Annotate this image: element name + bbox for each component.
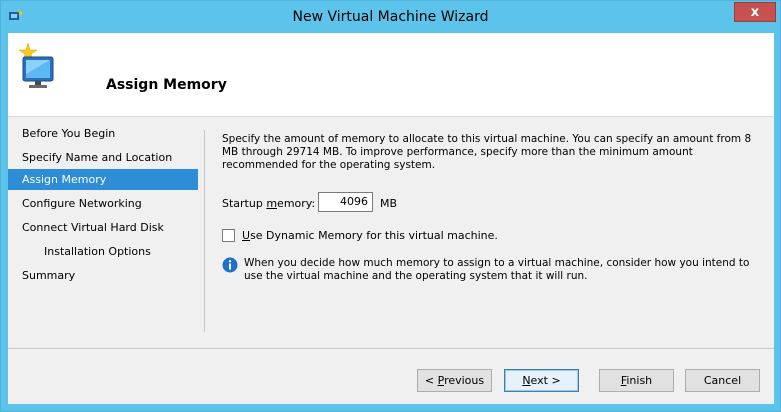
startup-memory-input[interactable]: 4096 (318, 192, 373, 212)
memory-description: Specify the amount of memory to allocate… (222, 133, 752, 171)
memory-info-text: When you decide how much memory to assig… (244, 257, 750, 282)
startup-memory-unit: MB (380, 197, 398, 210)
nav-item-before-you-begin[interactable]: Before You Begin (8, 123, 198, 144)
nav-item-specify-name-location[interactable]: Specify Name and Location (8, 147, 198, 168)
page-title: Assign Memory (106, 77, 227, 93)
virtual-machine-icon (18, 42, 54, 88)
previous-button[interactable]: < Previous (417, 369, 492, 392)
title-bar[interactable]: New Virtual Machine Wizard x (1, 1, 780, 33)
next-button[interactable]: Next > (504, 369, 579, 392)
close-button[interactable]: x (734, 2, 776, 22)
finish-button[interactable]: Finish (599, 369, 674, 392)
wizard-header: Assign Memory (8, 33, 774, 117)
footer-divider (8, 348, 774, 349)
wizard-window: New Virtual Machine Wizard x Assign Memo… (0, 0, 781, 412)
dynamic-memory-checkbox[interactable] (222, 229, 235, 242)
info-icon (222, 257, 238, 273)
nav-item-configure-networking[interactable]: Configure Networking (8, 193, 198, 214)
wizard-client-area: Assign Memory Before You Begin Specify N… (8, 33, 774, 404)
cancel-button[interactable]: Cancel (685, 369, 760, 392)
dynamic-memory-label[interactable]: Use Dynamic Memory for this virtual mach… (242, 229, 498, 242)
window-title: New Virtual Machine Wizard (292, 9, 489, 25)
nav-item-installation-options[interactable]: Installation Options (8, 241, 198, 262)
nav-divider (204, 130, 205, 332)
wizard-steps-nav: Before You Begin Specify Name and Locati… (8, 117, 198, 347)
nav-item-assign-memory[interactable]: Assign Memory (8, 169, 198, 190)
nav-item-summary[interactable]: Summary (8, 265, 198, 286)
startup-memory-label: Startup memory: (222, 197, 316, 210)
nav-item-connect-virtual-hard-disk[interactable]: Connect Virtual Hard Disk (8, 217, 198, 238)
